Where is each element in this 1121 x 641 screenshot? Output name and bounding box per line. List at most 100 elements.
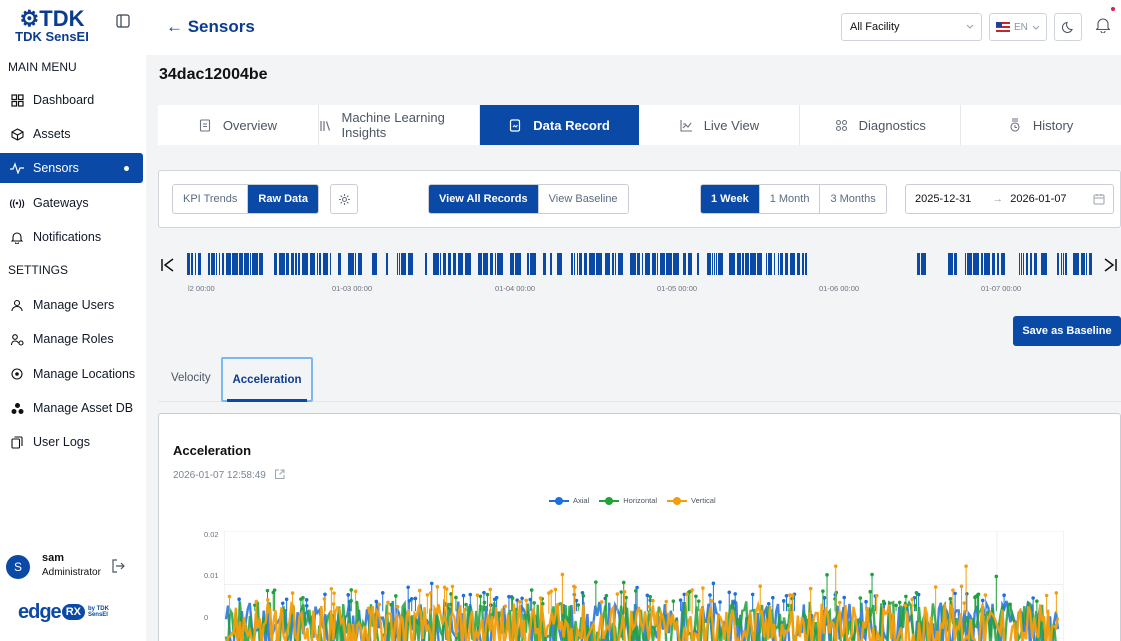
timeline-record-mark[interactable] — [302, 253, 308, 275]
timeline-record-mark[interactable] — [252, 253, 258, 275]
data-point[interactable] — [825, 573, 829, 577]
data-point[interactable] — [750, 592, 755, 597]
data-point[interactable] — [903, 603, 908, 608]
timeline-record-mark[interactable] — [673, 253, 679, 275]
tab-overview[interactable]: Overview — [158, 105, 319, 145]
timeline-record-mark[interactable] — [399, 253, 400, 275]
timeline-record-mark[interactable] — [510, 253, 514, 275]
timeline-record-mark[interactable] — [642, 253, 643, 275]
timeline-record-mark[interactable] — [478, 253, 482, 275]
timeline-record-mark[interactable] — [239, 253, 243, 275]
tab-history[interactable]: History — [961, 105, 1121, 145]
legend-axial[interactable]: Axial — [549, 496, 589, 505]
data-point[interactable] — [377, 602, 381, 607]
data-point[interactable] — [540, 601, 545, 606]
sidebar-item-manage-asset-db[interactable]: Manage Asset DB — [0, 393, 143, 423]
data-point[interactable] — [332, 591, 336, 595]
timeline-record-mark[interactable] — [543, 253, 546, 275]
jump-first-icon[interactable] — [160, 257, 176, 273]
data-point[interactable] — [647, 604, 652, 609]
timeline-record-mark[interactable] — [742, 253, 744, 275]
timeline-record-mark[interactable] — [1001, 253, 1005, 275]
data-point[interactable] — [349, 588, 354, 592]
range-3-months-button[interactable]: 3 Months — [820, 185, 885, 213]
data-point[interactable] — [386, 600, 390, 605]
data-point[interactable] — [864, 599, 868, 604]
timeline-record-mark[interactable] — [557, 253, 562, 275]
timeline-record-mark[interactable] — [802, 253, 804, 275]
timeline-record-mark[interactable] — [515, 253, 521, 275]
data-point[interactable] — [450, 584, 455, 589]
timeline-record-mark[interactable] — [780, 253, 783, 275]
range-1-month-button[interactable]: 1 Month — [760, 185, 821, 213]
timeline-record-mark[interactable] — [981, 253, 983, 275]
timeline-record-mark[interactable] — [497, 253, 503, 275]
data-point[interactable] — [994, 574, 999, 579]
timeline-record-mark[interactable] — [259, 253, 263, 275]
data-point[interactable] — [709, 598, 714, 603]
timeline-record-mark[interactable] — [718, 253, 723, 275]
data-point[interactable] — [868, 589, 873, 594]
data-point[interactable] — [475, 593, 480, 597]
data-point[interactable] — [538, 596, 543, 600]
timeline-record-mark[interactable] — [589, 253, 595, 275]
data-point[interactable] — [482, 590, 486, 595]
timeline-record-mark[interactable] — [208, 253, 210, 275]
facility-select[interactable]: All Facility — [841, 13, 982, 41]
data-point[interactable] — [980, 598, 985, 603]
sidebar-item-user-logs[interactable]: User Logs — [0, 427, 143, 457]
notifications-bell-icon[interactable] — [1096, 7, 1115, 35]
jump-last-icon[interactable] — [1102, 257, 1118, 273]
timeline-record-mark[interactable] — [1086, 253, 1087, 275]
timeline-record-mark[interactable] — [645, 253, 650, 275]
data-point[interactable] — [464, 602, 468, 607]
timeline-record-mark[interactable] — [401, 253, 406, 275]
data-point[interactable] — [454, 595, 458, 600]
data-point[interactable] — [910, 597, 914, 602]
data-point[interactable] — [510, 596, 515, 601]
data-point[interactable] — [322, 597, 327, 601]
data-point[interactable] — [290, 591, 295, 595]
timeline-record-mark[interactable] — [1081, 253, 1085, 275]
timeline-record-mark[interactable] — [992, 253, 995, 275]
timeline-record-mark[interactable] — [729, 253, 735, 275]
tab-acceleration[interactable]: Acceleration — [221, 357, 313, 402]
data-point[interactable] — [323, 592, 327, 597]
data-point[interactable] — [304, 603, 309, 608]
data-point[interactable] — [821, 589, 825, 593]
timeline-record-mark[interactable] — [1030, 253, 1032, 275]
timeline-record-mark[interactable] — [750, 253, 756, 275]
data-point[interactable] — [380, 591, 385, 595]
data-point[interactable] — [280, 601, 285, 606]
sidebar-item-manage-locations[interactable]: Manage Locations — [0, 359, 143, 389]
data-point[interactable] — [718, 600, 722, 604]
timeline-record-mark[interactable] — [191, 253, 193, 275]
timeline-record-mark[interactable] — [222, 253, 224, 275]
data-point[interactable] — [576, 603, 581, 607]
timeline-record-mark[interactable] — [1041, 253, 1047, 275]
data-point[interactable] — [1031, 596, 1035, 600]
data-point[interactable] — [435, 584, 440, 589]
data-point[interactable] — [395, 604, 400, 609]
data-point[interactable] — [870, 572, 874, 577]
data-point[interactable] — [619, 590, 624, 594]
data-point[interactable] — [572, 584, 576, 589]
timeline-record-mark[interactable] — [490, 253, 493, 275]
sidebar-item-sensors[interactable]: Sensors — [0, 153, 143, 183]
timeline-record-mark[interactable] — [917, 253, 920, 275]
data-point[interactable] — [227, 594, 232, 599]
sidebar-collapse-icon[interactable] — [116, 14, 130, 28]
kpi-trends-button[interactable]: KPI Trends — [173, 185, 249, 213]
theme-toggle-button[interactable] — [1054, 13, 1082, 41]
tab-data-record[interactable]: Data Record — [479, 105, 640, 145]
timeline-record-mark[interactable] — [768, 253, 772, 275]
data-point[interactable] — [529, 588, 534, 592]
timeline-record-mark[interactable] — [1023, 253, 1024, 275]
sidebar-item-manage-users[interactable]: Manage Users — [0, 290, 143, 320]
timeline-record-mark[interactable] — [319, 253, 321, 275]
data-point[interactable] — [964, 564, 968, 568]
data-point[interactable] — [425, 593, 430, 597]
timeline-record-mark[interactable] — [757, 253, 762, 275]
data-point[interactable] — [727, 590, 732, 595]
data-point[interactable] — [685, 592, 689, 596]
